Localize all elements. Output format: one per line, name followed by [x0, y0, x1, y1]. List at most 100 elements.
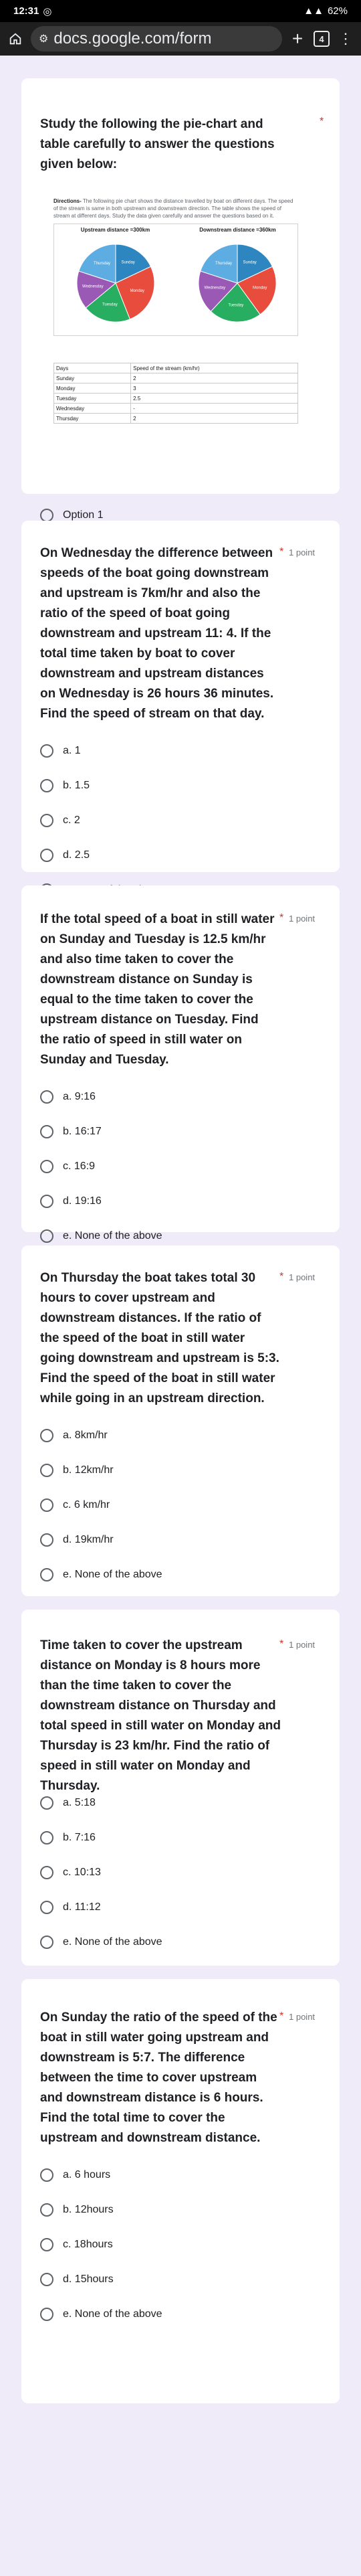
answer-option[interactable]: c. 6 km/hr	[40, 1498, 110, 1512]
question-figure: Directions- The following pie chart show…	[53, 197, 298, 424]
option-1[interactable]: Option 1	[40, 509, 103, 522]
answer-option[interactable]: c. 2	[40, 814, 80, 827]
answer-option[interactable]: d. 2.5	[40, 849, 90, 862]
answer-option[interactable]: b. 16:17	[40, 1125, 102, 1138]
radio-button[interactable]	[40, 1498, 53, 1512]
question-text: On Sunday the ratio of the speed of the …	[40, 2010, 277, 2145]
table-cell: Days	[53, 363, 132, 373]
pie-label-0-wednesday: Wednesday	[82, 285, 104, 289]
answer-option[interactable]: e. None of the above	[40, 1936, 162, 1949]
table-cell: 3	[130, 383, 298, 394]
radio-button[interactable]	[40, 1533, 53, 1547]
required-asterisk: *	[279, 2010, 284, 2022]
battery-percent: 62%	[327, 5, 348, 17]
question-text: On Wednesday the difference between spee…	[40, 546, 274, 721]
table-header-row: Days Speed of the stream (km/hr)	[53, 363, 298, 373]
answer-option[interactable]: d. 19:16	[40, 1195, 102, 1208]
table-cell: Tuesday	[53, 393, 132, 404]
directions-label: Directions-	[53, 198, 82, 204]
signal-icon: ▲▲	[304, 5, 324, 17]
table-cell: Wednesday	[53, 403, 132, 414]
option-label: a. 1	[63, 745, 81, 756]
radio-button[interactable]	[40, 1568, 53, 1581]
answer-option[interactable]: b. 7:16	[40, 1831, 96, 1844]
tab-switcher-button[interactable]: 4	[313, 30, 330, 48]
answer-option[interactable]: a. 5:18	[40, 1796, 96, 1810]
radio-button[interactable]	[40, 1936, 53, 1949]
tab-count: 4	[314, 31, 330, 47]
option-label: a. 9:16	[63, 1091, 96, 1102]
option-label: b. 12km/hr	[63, 1464, 114, 1476]
option-label: c. 2	[63, 814, 80, 826]
answer-option[interactable]: a. 6 hours	[40, 2168, 110, 2182]
radio-button[interactable]	[40, 1125, 53, 1138]
answer-option[interactable]: b. 12km/hr	[40, 1464, 114, 1477]
option-label: c. 10:13	[63, 1867, 101, 1878]
radio-button[interactable]	[40, 2203, 53, 2217]
home-icon[interactable]	[7, 30, 24, 48]
answer-option[interactable]: d. 11:12	[40, 1901, 101, 1914]
radio-button[interactable]	[40, 1090, 53, 1104]
radio-button[interactable]	[40, 2308, 53, 2321]
directions-text: The following pie chart shows the distan…	[53, 198, 293, 219]
option-label: a. 8km/hr	[63, 1430, 108, 1441]
pie-label-1-thursday: Thursday	[215, 262, 232, 266]
answer-option[interactable]: c. 10:13	[40, 1866, 101, 1879]
radio-button[interactable]	[40, 1831, 53, 1844]
radio-button[interactable]	[40, 2273, 53, 2286]
answer-option[interactable]: c. 16:9	[40, 1160, 95, 1173]
table-cell: Monday	[53, 383, 132, 394]
option-label: c. 16:9	[63, 1161, 96, 1172]
option-label: b. 12hours	[63, 2204, 114, 2215]
answer-option[interactable]: e. None of the above	[40, 2308, 162, 2321]
address-bar[interactable]: ⚙ docs.google.com/form	[31, 26, 282, 52]
answer-option[interactable]: a. 1	[40, 744, 81, 758]
option-label: d. 19km/hr	[63, 1534, 114, 1545]
radio-button[interactable]	[40, 2238, 53, 2251]
figure-directions: Directions- The following pie chart show…	[53, 197, 298, 220]
radio-button[interactable]	[40, 1195, 53, 1208]
answer-option[interactable]: d. 19km/hr	[40, 1533, 114, 1547]
table-row: Sunday 2	[53, 373, 298, 383]
site-settings-icon[interactable]: ⚙	[39, 32, 48, 46]
intro-card: Study the following the pie-chart and ta…	[21, 78, 340, 494]
answer-option[interactable]: d. 15hours	[40, 2273, 114, 2286]
radio-button[interactable]	[40, 1429, 53, 1442]
radio-button[interactable]	[40, 1229, 53, 1243]
radio-button[interactable]	[40, 1866, 53, 1879]
option-label: d. 19:16	[63, 1195, 102, 1207]
answer-option[interactable]: c. 18hours	[40, 2238, 113, 2251]
radio-button[interactable]	[40, 849, 53, 862]
more-menu-icon[interactable]: ⋮	[337, 30, 354, 48]
radio-button[interactable]	[40, 509, 53, 522]
radio-button[interactable]	[40, 2168, 53, 2182]
answer-option[interactable]: a. 8km/hr	[40, 1429, 108, 1442]
table-cell: 2.5	[130, 393, 298, 404]
question-text: On Thursday the boat takes total 30 hour…	[40, 1271, 279, 1405]
table-cell: Speed of the stream (km/hr)	[130, 363, 298, 373]
answer-option[interactable]: b. 12hours	[40, 2203, 114, 2217]
radio-button[interactable]	[40, 1160, 53, 1173]
new-tab-icon[interactable]: +	[289, 28, 306, 49]
answer-option[interactable]: b. 1.5	[40, 779, 90, 792]
required-asterisk: *	[320, 116, 324, 127]
required-asterisk: *	[279, 912, 284, 924]
pie-charts-box: Upstream distance =300km Downstream dist…	[53, 224, 298, 336]
pie-label-1-wednesday: Wednesday	[205, 286, 226, 290]
pie-label-0-monday: Monday	[130, 289, 144, 293]
question-card: On Thursday the boat takes total 30 hour…	[21, 1246, 340, 1596]
table-cell: -	[130, 403, 298, 414]
radio-button[interactable]	[40, 1901, 53, 1914]
browser-toolbar: ⚙ docs.google.com/form + 4 ⋮	[0, 22, 361, 56]
option-label: c. 6 km/hr	[63, 1499, 110, 1511]
answer-option[interactable]: a. 9:16	[40, 1090, 96, 1104]
radio-button[interactable]	[40, 1464, 53, 1477]
radio-button[interactable]	[40, 1796, 53, 1810]
answer-option[interactable]: e. None of the above	[40, 1229, 162, 1243]
required-asterisk: *	[279, 1638, 284, 1650]
answer-option[interactable]: e. None of the above	[40, 1568, 162, 1581]
radio-button[interactable]	[40, 779, 53, 792]
points-label: 1 point	[289, 2012, 316, 2022]
radio-button[interactable]	[40, 814, 53, 827]
radio-button[interactable]	[40, 744, 53, 758]
